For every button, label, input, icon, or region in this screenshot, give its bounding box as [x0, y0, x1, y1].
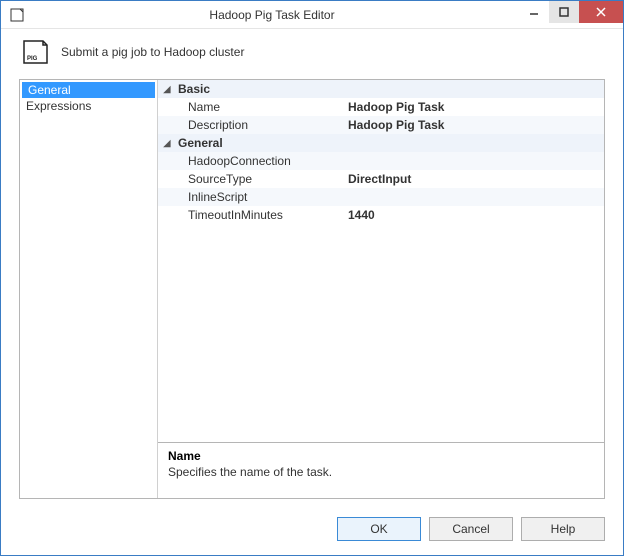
property-value[interactable]: 1440 [344, 208, 604, 222]
window-controls [519, 1, 623, 28]
property-row-inlinescript[interactable]: InlineScript [158, 188, 604, 206]
header-section: PIG Submit a pig job to Hadoop cluster [1, 29, 623, 79]
property-row-name[interactable]: Name Hadoop Pig Task [158, 98, 604, 116]
property-pane: ◢ Basic Name Hadoop Pig Task Description… [158, 80, 604, 498]
property-name: HadoopConnection [176, 154, 344, 168]
maximize-button[interactable] [549, 1, 579, 23]
property-value[interactable]: Hadoop Pig Task [344, 118, 604, 132]
sidebar-item-general[interactable]: General [22, 82, 155, 98]
property-name: InlineScript [176, 190, 344, 204]
minimize-button[interactable] [519, 1, 549, 23]
main-content: General Expressions ◢ Basic Name Hadoop … [19, 79, 605, 499]
property-name: TimeoutInMinutes [176, 208, 344, 222]
property-grid: ◢ Basic Name Hadoop Pig Task Description… [158, 80, 604, 442]
sidebar-item-label: Expressions [26, 99, 91, 113]
svg-text:PIG: PIG [27, 56, 38, 62]
window-title: Hadoop Pig Task Editor [25, 8, 519, 22]
close-button[interactable] [579, 1, 623, 23]
button-bar: OK Cancel Help [1, 509, 623, 555]
titlebar: Hadoop Pig Task Editor [1, 1, 623, 29]
category-general[interactable]: ◢ General [158, 134, 604, 152]
description-box: Name Specifies the name of the task. [158, 442, 604, 498]
collapse-icon[interactable]: ◢ [158, 84, 176, 95]
ok-button[interactable]: OK [337, 517, 421, 541]
description-text: Specifies the name of the task. [168, 465, 594, 479]
property-row-timeoutinminutes[interactable]: TimeoutInMinutes 1440 [158, 206, 604, 224]
category-basic[interactable]: ◢ Basic [158, 80, 604, 98]
dialog-window: Hadoop Pig Task Editor PIG Submit a pig … [0, 0, 624, 556]
cancel-button[interactable]: Cancel [429, 517, 513, 541]
property-name: SourceType [176, 172, 344, 186]
category-label: Basic [176, 82, 344, 96]
property-name: Description [176, 118, 344, 132]
property-row-sourcetype[interactable]: SourceType DirectInput [158, 170, 604, 188]
property-row-hadoopconnection[interactable]: HadoopConnection [158, 152, 604, 170]
sidebar: General Expressions [20, 80, 158, 498]
collapse-icon[interactable]: ◢ [158, 138, 176, 149]
property-row-description[interactable]: Description Hadoop Pig Task [158, 116, 604, 134]
header-subtitle: Submit a pig job to Hadoop cluster [61, 45, 244, 59]
sidebar-item-expressions[interactable]: Expressions [20, 98, 157, 114]
help-button[interactable]: Help [521, 517, 605, 541]
property-value[interactable]: Hadoop Pig Task [344, 100, 604, 114]
pig-icon: PIG [21, 39, 49, 65]
description-title: Name [168, 449, 594, 463]
app-icon [9, 7, 25, 23]
property-name: Name [176, 100, 344, 114]
property-value[interactable]: DirectInput [344, 172, 604, 186]
category-label: General [176, 136, 344, 150]
sidebar-item-label: General [28, 83, 71, 97]
